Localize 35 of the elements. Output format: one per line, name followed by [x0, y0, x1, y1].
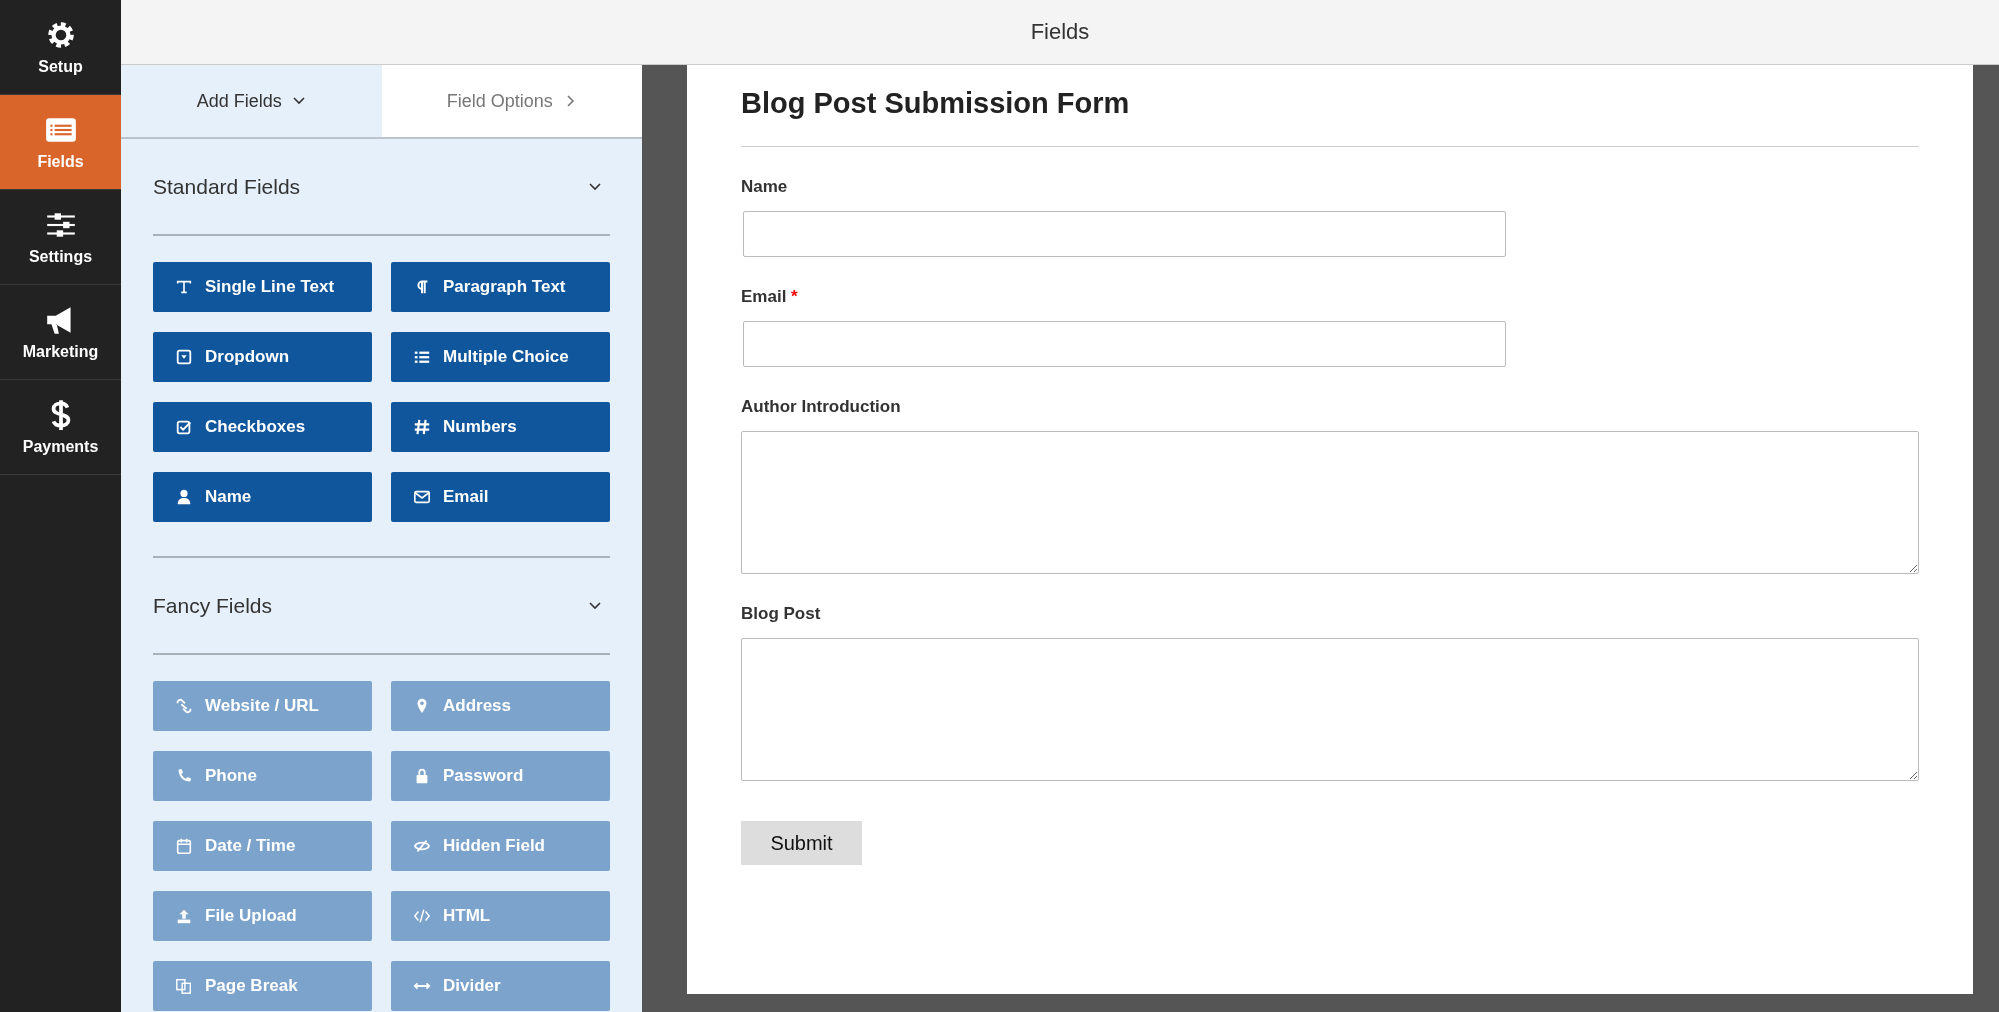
textarea-field[interactable] [741, 638, 1919, 781]
envelope-icon [413, 488, 431, 506]
section-title: Standard Fields [153, 174, 301, 199]
field-button[interactable]: Multiple Choice [391, 332, 610, 382]
eye-slash-icon [413, 837, 431, 855]
input-field[interactable] [743, 321, 1506, 367]
form-title: Blog Post Submission Form [741, 87, 1919, 147]
field-button[interactable]: Email [391, 472, 610, 522]
checkbox-icon [175, 418, 193, 436]
dropdown-icon [175, 348, 193, 366]
field-button[interactable]: Single Line Text [153, 262, 372, 312]
section-title: Fancy Fields [153, 593, 273, 618]
upload-icon [175, 907, 193, 925]
nav-item[interactable]: Fields [0, 95, 121, 190]
field-label: Author Introduction [741, 397, 902, 417]
link-icon [175, 697, 193, 715]
text-icon [175, 278, 193, 296]
field-button[interactable]: Checkboxes [153, 402, 372, 452]
field-button[interactable]: Name [153, 472, 372, 522]
tab[interactable]: Field Options [381, 65, 642, 137]
hash-icon [413, 418, 431, 436]
person-icon [175, 488, 193, 506]
field-label: Blog Post [741, 604, 822, 624]
pages-icon [175, 977, 193, 995]
code-icon [413, 907, 431, 925]
input-field[interactable] [743, 211, 1506, 257]
field-button[interactable]: Paragraph Text [391, 262, 610, 312]
textarea-field[interactable] [741, 431, 1919, 574]
field-button[interactable]: Numbers [391, 402, 610, 452]
page-title: Fields [1030, 19, 1090, 45]
submit-button[interactable]: Submit [741, 821, 862, 865]
field-button[interactable]: Dropdown [153, 332, 372, 382]
field-label: Name [741, 177, 789, 197]
field-label: Email * [741, 287, 799, 307]
calendar-icon [175, 837, 193, 855]
